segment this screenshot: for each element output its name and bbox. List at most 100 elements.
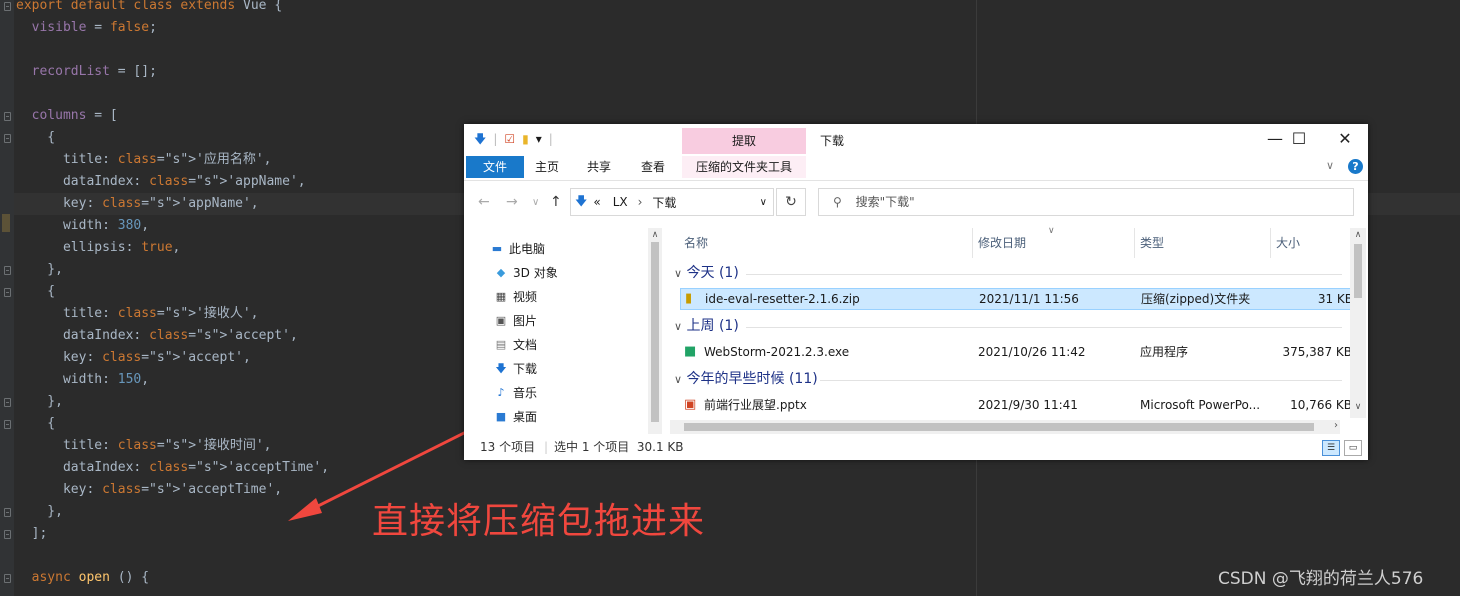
- properties-icon[interactable]: ☑: [504, 132, 515, 146]
- chevron-down-icon[interactable]: ∨: [1350, 402, 1366, 412]
- address-field[interactable]: 🡇 « LX › 下载 ∨: [570, 188, 774, 216]
- chevron-up-icon[interactable]: ∧: [648, 230, 662, 240]
- code-line[interactable]: title: class="s">'接收时间',: [16, 435, 272, 457]
- code-line[interactable]: dataIndex: class="s">'appName',: [16, 171, 306, 193]
- file-list[interactable]: 名称 修改日期 ∨ 类型 大小 ∨ 今天 (1) ▮ ide-eval-rese…: [670, 226, 1354, 418]
- fold-marker-icon[interactable]: [4, 398, 11, 407]
- column-separator[interactable]: [1134, 228, 1135, 258]
- nav-item-this-pc[interactable]: ▬ 此电脑: [490, 238, 545, 260]
- large-icons-view-button[interactable]: ▭: [1344, 440, 1362, 456]
- code-line[interactable]: key: class="s">'acceptTime',: [16, 479, 282, 501]
- tab-file[interactable]: 文件: [466, 156, 524, 178]
- code-line[interactable]: export default class extends Vue {: [16, 0, 282, 17]
- maximize-button[interactable]: ☐: [1276, 128, 1322, 150]
- computer-icon: ▬: [491, 242, 503, 255]
- column-separator[interactable]: [1270, 228, 1271, 258]
- chevron-up-icon[interactable]: ∧: [1350, 230, 1366, 240]
- nav-item-desktop[interactable]: ■ 桌面: [494, 406, 537, 428]
- fold-marker-icon[interactable]: [4, 2, 11, 11]
- back-arrow-icon[interactable]: ←: [478, 194, 490, 210]
- code-line[interactable]: recordList = [];: [16, 61, 157, 83]
- code-line[interactable]: visible = false;: [16, 17, 157, 39]
- navigation-pane[interactable]: ▬ 此电脑 ◆ 3D 对象 ▦ 视频 ▣ 图片 ▤ 文档 🡇 下载 ♪ 音乐 ■ 桌面: [464, 226, 662, 432]
- fold-marker-icon[interactable]: [4, 134, 11, 143]
- music-icon: ♪: [497, 386, 505, 399]
- code-line[interactable]: columns = [: [16, 105, 118, 127]
- column-separator[interactable]: [972, 228, 973, 258]
- ribbon-tabs[interactable]: 文件 主页 共享 查看 压缩的文件夹工具 ∨ ?: [464, 154, 1368, 181]
- file-scrollbar[interactable]: ∧ ∨: [1350, 228, 1366, 418]
- horizontal-scroll-thumb[interactable]: [684, 423, 1314, 431]
- nav-item-downloads[interactable]: 🡇 下载: [494, 358, 537, 380]
- nav-item-pictures[interactable]: ▣ 图片: [494, 310, 537, 332]
- details-view-button[interactable]: ☰: [1322, 440, 1340, 456]
- column-date[interactable]: 修改日期: [978, 232, 1026, 254]
- code-line[interactable]: {: [16, 127, 55, 149]
- code-line[interactable]: title: class="s">'接收人',: [16, 303, 259, 325]
- fold-marker-icon[interactable]: [4, 112, 11, 121]
- code-line[interactable]: dataIndex: class="s">'acceptTime',: [16, 457, 329, 479]
- chevron-down-icon[interactable]: ∨: [760, 197, 767, 208]
- chevron-right-icon[interactable]: ›: [1334, 420, 1338, 431]
- group-header-last-week[interactable]: ∨ 上周 (1): [674, 315, 739, 337]
- code-line[interactable]: async open () {: [16, 567, 149, 589]
- context-tab-header[interactable]: 提取: [682, 128, 806, 154]
- code-line[interactable]: ellipsis: true,: [16, 237, 180, 259]
- column-type[interactable]: 类型: [1140, 232, 1164, 254]
- file-explorer-window[interactable]: 🡇 | ☑ ▮ ▾ | 提取 下载 — ☐ ✕ 文件 主页 共享 查看 压缩的文…: [464, 124, 1368, 460]
- nav-scroll-thumb[interactable]: [651, 242, 659, 422]
- up-arrow-icon[interactable]: ↑: [550, 194, 562, 210]
- column-name[interactable]: 名称: [684, 232, 708, 254]
- forward-arrow-icon[interactable]: →: [506, 194, 518, 210]
- nav-item-documents[interactable]: ▤ 文档: [494, 334, 537, 356]
- nav-item-videos[interactable]: ▦ 视频: [494, 286, 537, 308]
- file-row[interactable]: ■ WebStorm-2021.2.3.exe 2021/10/26 11:42…: [680, 341, 1354, 363]
- tab-compressed-tools[interactable]: 压缩的文件夹工具: [682, 156, 806, 178]
- code-line[interactable]: },: [16, 391, 63, 413]
- column-size[interactable]: 大小: [1276, 232, 1300, 254]
- code-line[interactable]: width: 150,: [16, 369, 149, 391]
- fold-marker-icon[interactable]: [4, 266, 11, 275]
- recent-chevron-icon[interactable]: ∨: [532, 197, 539, 208]
- new-folder-icon[interactable]: ▮: [522, 132, 529, 146]
- file-row[interactable]: ▮ ide-eval-resetter-2.1.6.zip 2021/11/1 …: [680, 288, 1354, 310]
- file-row[interactable]: ▣ 前端行业展望.pptx 2021/9/30 11:41 Microsoft …: [680, 394, 1354, 416]
- code-line[interactable]: },: [16, 259, 63, 281]
- address-segment-lx[interactable]: LX: [613, 195, 628, 209]
- nav-item-music[interactable]: ♪ 音乐: [494, 382, 537, 404]
- chevron-down-icon[interactable]: ▾: [536, 132, 542, 146]
- file-scroll-thumb[interactable]: [1354, 244, 1362, 298]
- nav-item-3d-objects[interactable]: ◆ 3D 对象: [494, 262, 558, 284]
- code-line[interactable]: title: class="s">'应用名称',: [16, 149, 272, 171]
- tab-home[interactable]: 主页: [528, 156, 566, 178]
- code-line[interactable]: width: 380,: [16, 215, 149, 237]
- help-icon[interactable]: ?: [1348, 159, 1363, 174]
- close-button[interactable]: ✕: [1322, 128, 1368, 150]
- code-line[interactable]: key: class="s">'appName',: [16, 193, 259, 215]
- fold-marker-icon[interactable]: [4, 530, 11, 539]
- down-arrow-icon[interactable]: 🡇: [474, 132, 486, 146]
- title-bar[interactable]: 🡇 | ☑ ▮ ▾ | 提取 下载 — ☐ ✕: [464, 124, 1368, 154]
- fold-marker-icon[interactable]: [4, 574, 11, 583]
- fold-marker-icon[interactable]: [4, 288, 11, 297]
- group-header-earlier-this-year[interactable]: ∨ 今年的早些时候 (11): [674, 368, 818, 390]
- fold-marker-icon[interactable]: [4, 420, 11, 429]
- code-line[interactable]: {: [16, 281, 55, 303]
- chevron-down-icon[interactable]: ∨: [1326, 159, 1334, 172]
- code-line[interactable]: {: [16, 413, 55, 435]
- code-line[interactable]: dataIndex: class="s">'accept',: [16, 325, 298, 347]
- group-header-today[interactable]: ∨ 今天 (1): [674, 262, 739, 284]
- code-line[interactable]: },: [16, 501, 63, 523]
- tab-share[interactable]: 共享: [580, 156, 618, 178]
- quick-access-toolbar[interactable]: 🡇 | ☑ ▮ ▾ |: [474, 132, 553, 146]
- horizontal-scrollbar[interactable]: ›: [670, 420, 1340, 434]
- address-segment-downloads[interactable]: 下载: [652, 194, 676, 211]
- separator: |: [493, 132, 498, 146]
- search-field[interactable]: ⚲ 搜索"下载": [818, 188, 1354, 216]
- refresh-button[interactable]: ↻: [776, 188, 806, 216]
- code-line[interactable]: key: class="s">'accept',: [16, 347, 251, 369]
- tab-view[interactable]: 查看: [634, 156, 672, 178]
- nav-scrollbar[interactable]: ∧: [648, 228, 662, 434]
- code-line[interactable]: ];: [16, 523, 48, 545]
- fold-marker-icon[interactable]: [4, 508, 11, 517]
